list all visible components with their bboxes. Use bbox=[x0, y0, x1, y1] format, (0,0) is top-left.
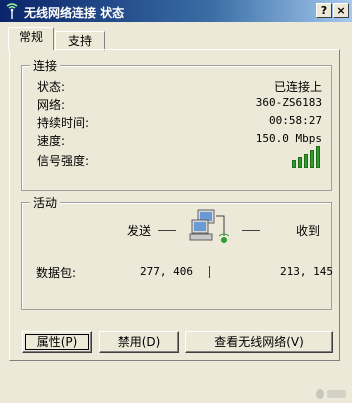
signal-bar bbox=[292, 160, 296, 168]
tab-support[interactable]: 支持 bbox=[55, 31, 105, 51]
received-label: 收到 bbox=[296, 224, 321, 238]
received-packets-value: 213, 145 bbox=[280, 265, 333, 278]
wireless-signal-icon bbox=[6, 3, 18, 19]
close-button[interactable]: × bbox=[333, 3, 349, 18]
window-title: 无线网络连接 状态 bbox=[24, 6, 125, 20]
speed-label: 速度: bbox=[37, 134, 66, 148]
activity-divider bbox=[209, 266, 210, 278]
activity-group-label: 活动 bbox=[30, 194, 61, 211]
status-row: 状态: 已连接上 bbox=[37, 78, 322, 96]
network-computers-icon bbox=[189, 209, 230, 243]
sent-line bbox=[158, 230, 176, 231]
connection-group: 连接 状态: 已连接上 网络: 360-ZS6183 持续时间: 00:58:2… bbox=[21, 57, 332, 191]
signal-label: 信号强度: bbox=[37, 154, 90, 168]
network-row: 网络: 360-ZS6183 bbox=[37, 96, 322, 114]
properties-button[interactable]: 属性(P) bbox=[22, 331, 92, 353]
signal-bar bbox=[304, 154, 308, 168]
duration-row: 持续时间: 00:58:27 bbox=[37, 114, 322, 132]
packets-label: 数据包: bbox=[36, 266, 77, 280]
signal-bar bbox=[310, 150, 314, 168]
network-value: 360-ZS6183 bbox=[255, 96, 322, 109]
signal-bar bbox=[316, 146, 320, 168]
signal-bar bbox=[298, 157, 302, 168]
title-bar: 无线网络连接 状态 ? × bbox=[0, 0, 352, 22]
disable-button[interactable]: 禁用(D) bbox=[99, 331, 179, 353]
speed-row: 速度: 150.0 Mbps bbox=[37, 132, 322, 150]
signal-row: 信号强度: bbox=[37, 146, 322, 170]
network-label: 网络: bbox=[37, 98, 66, 112]
activity-group: 活动 bbox=[21, 194, 332, 310]
duration-label: 持续时间: bbox=[37, 116, 90, 130]
speed-value: 150.0 Mbps bbox=[255, 132, 322, 145]
status-value: 已连接上 bbox=[273, 80, 322, 94]
watermark-logo-icon bbox=[316, 389, 346, 399]
sent-packets-value: 277, 406 bbox=[140, 265, 193, 278]
sent-label: 发送 bbox=[127, 224, 152, 238]
tab-general[interactable]: 常规 bbox=[8, 27, 54, 50]
status-label: 状态: bbox=[37, 80, 66, 94]
duration-value: 00:58:27 bbox=[269, 114, 322, 127]
view-wireless-networks-button[interactable]: 查看无线网络(V) bbox=[185, 331, 333, 353]
received-line bbox=[242, 230, 260, 231]
connection-group-label: 连接 bbox=[30, 57, 61, 74]
help-button[interactable]: ? bbox=[316, 3, 332, 18]
signal-strength-icon bbox=[292, 146, 322, 168]
